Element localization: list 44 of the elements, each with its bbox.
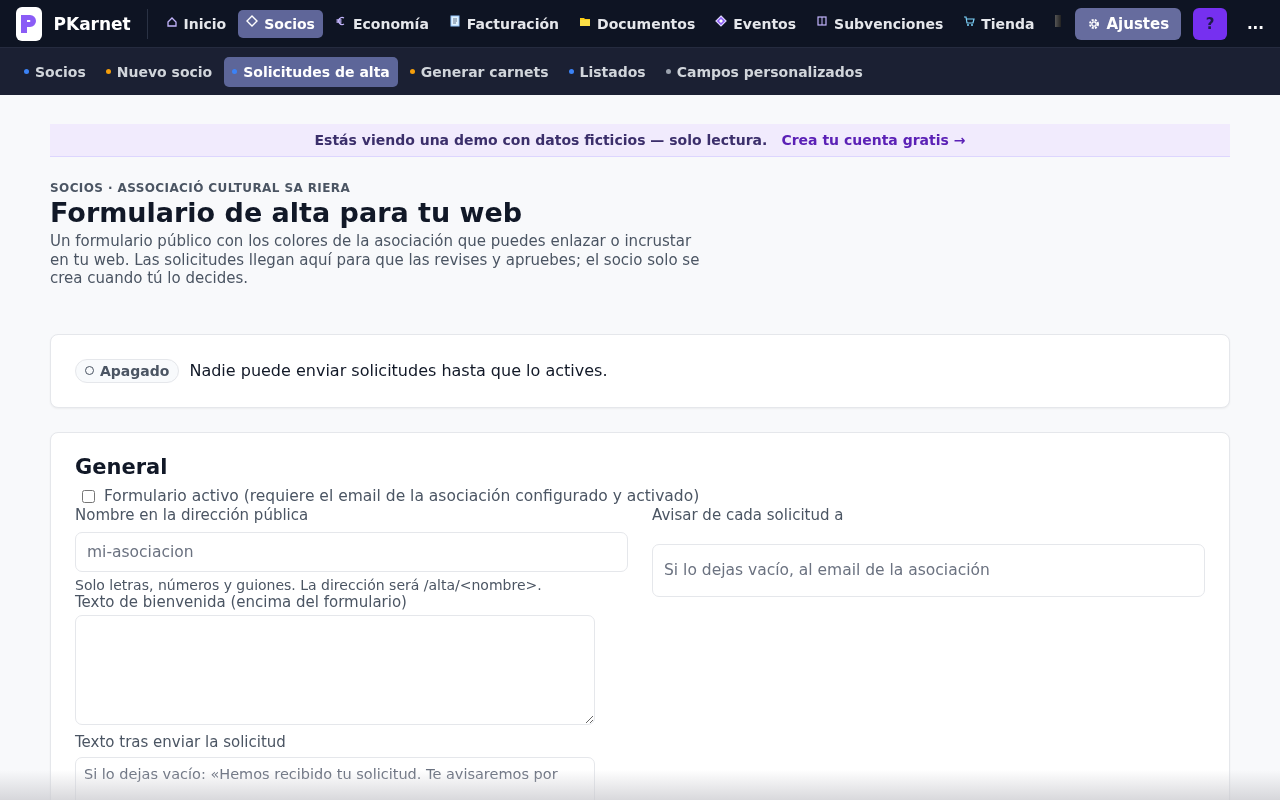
field-label: Avisar de cada solicitud a [652,505,845,524]
status-badge: Apagado [75,358,180,383]
welcome-text-field[interactable] [75,614,595,725]
receipt-icon [448,14,461,27]
subnav-tab[interactable]: Campos personalizados [657,56,871,87]
active-checkbox[interactable] [82,489,95,503]
diamond-icon [715,14,728,27]
thanks-text-field[interactable]: Si lo dejas vacío: «Hemos recibido tu solicitud. Te avisaremos por [75,756,595,800]
section-heading: General [75,454,169,479]
more-button[interactable]: ... [1246,14,1264,33]
diamond-icon [246,14,259,27]
field-label: Nombre en la dirección pública [75,505,310,524]
nav-tab[interactable]: Documentos [571,9,704,38]
subnav-tab[interactable]: Socios [16,56,94,87]
nav-tab[interactable]: Subvenciones [808,9,952,38]
subnav-tab[interactable]: Solicitudes de alta [224,56,398,87]
columns-icon [816,14,829,27]
logo-icon [16,6,42,41]
field-label: Texto tras enviar la solicitud [75,732,287,751]
nav-tab[interactable]: Eventos [707,9,805,38]
nav-tab[interactable]: Inicio [157,9,235,38]
notify-email-field[interactable]: Si lo dejas vacío, al email de la asociación [652,543,1205,597]
cart-icon [963,14,976,27]
status-message: Nadie puede enviar solicitudes hasta que lo actives. [189,361,608,380]
euro-icon [334,14,347,27]
app-name: PKarnet [53,13,131,34]
signup-link[interactable]: Crea tu cuenta gratis → [781,132,966,148]
settings-button[interactable]: Ajustes [1074,7,1182,40]
field-hint: Solo letras, números y guiones. La dirección será /alta/<nombre>. [75,576,543,593]
page-description: Un formulario público con los colores de la asociación que puedes enlazar o incrustar en tu web. Las solicitudes llegan aquí para que las revises y apruebes; el socio solo se crea cuando tú lo decides. [50,232,700,288]
breadcrumb: SOCIOS · ASSOCIACIÓ CULTURAL SA RIERA [50,181,352,195]
page-title: Formulario de alta para tu web [50,197,524,228]
field-label: Texto de bienvenida (encima del formulario) [75,592,408,611]
banner-text: Estás viendo una demo con datos ficticios — solo lectura. [314,132,768,148]
gear-icon [1086,16,1101,31]
nav-tab[interactable]: Economía [326,9,437,38]
subnav-tab[interactable]: Generar carnets [401,56,557,87]
subnav-tab[interactable]: Listados [560,56,654,87]
subnav-tab[interactable]: Nuevo socio [97,56,221,87]
nav-tab[interactable]: Socios [238,9,323,38]
nav-tab[interactable]: Tienda [955,9,1043,38]
nav-tab[interactable]: Facturación [440,9,568,38]
checkbox-label: Formulario activo (requiere el email de la asociación configurado y activado) [104,487,700,505]
slug-field[interactable]: mi-asociacion [75,531,628,572]
